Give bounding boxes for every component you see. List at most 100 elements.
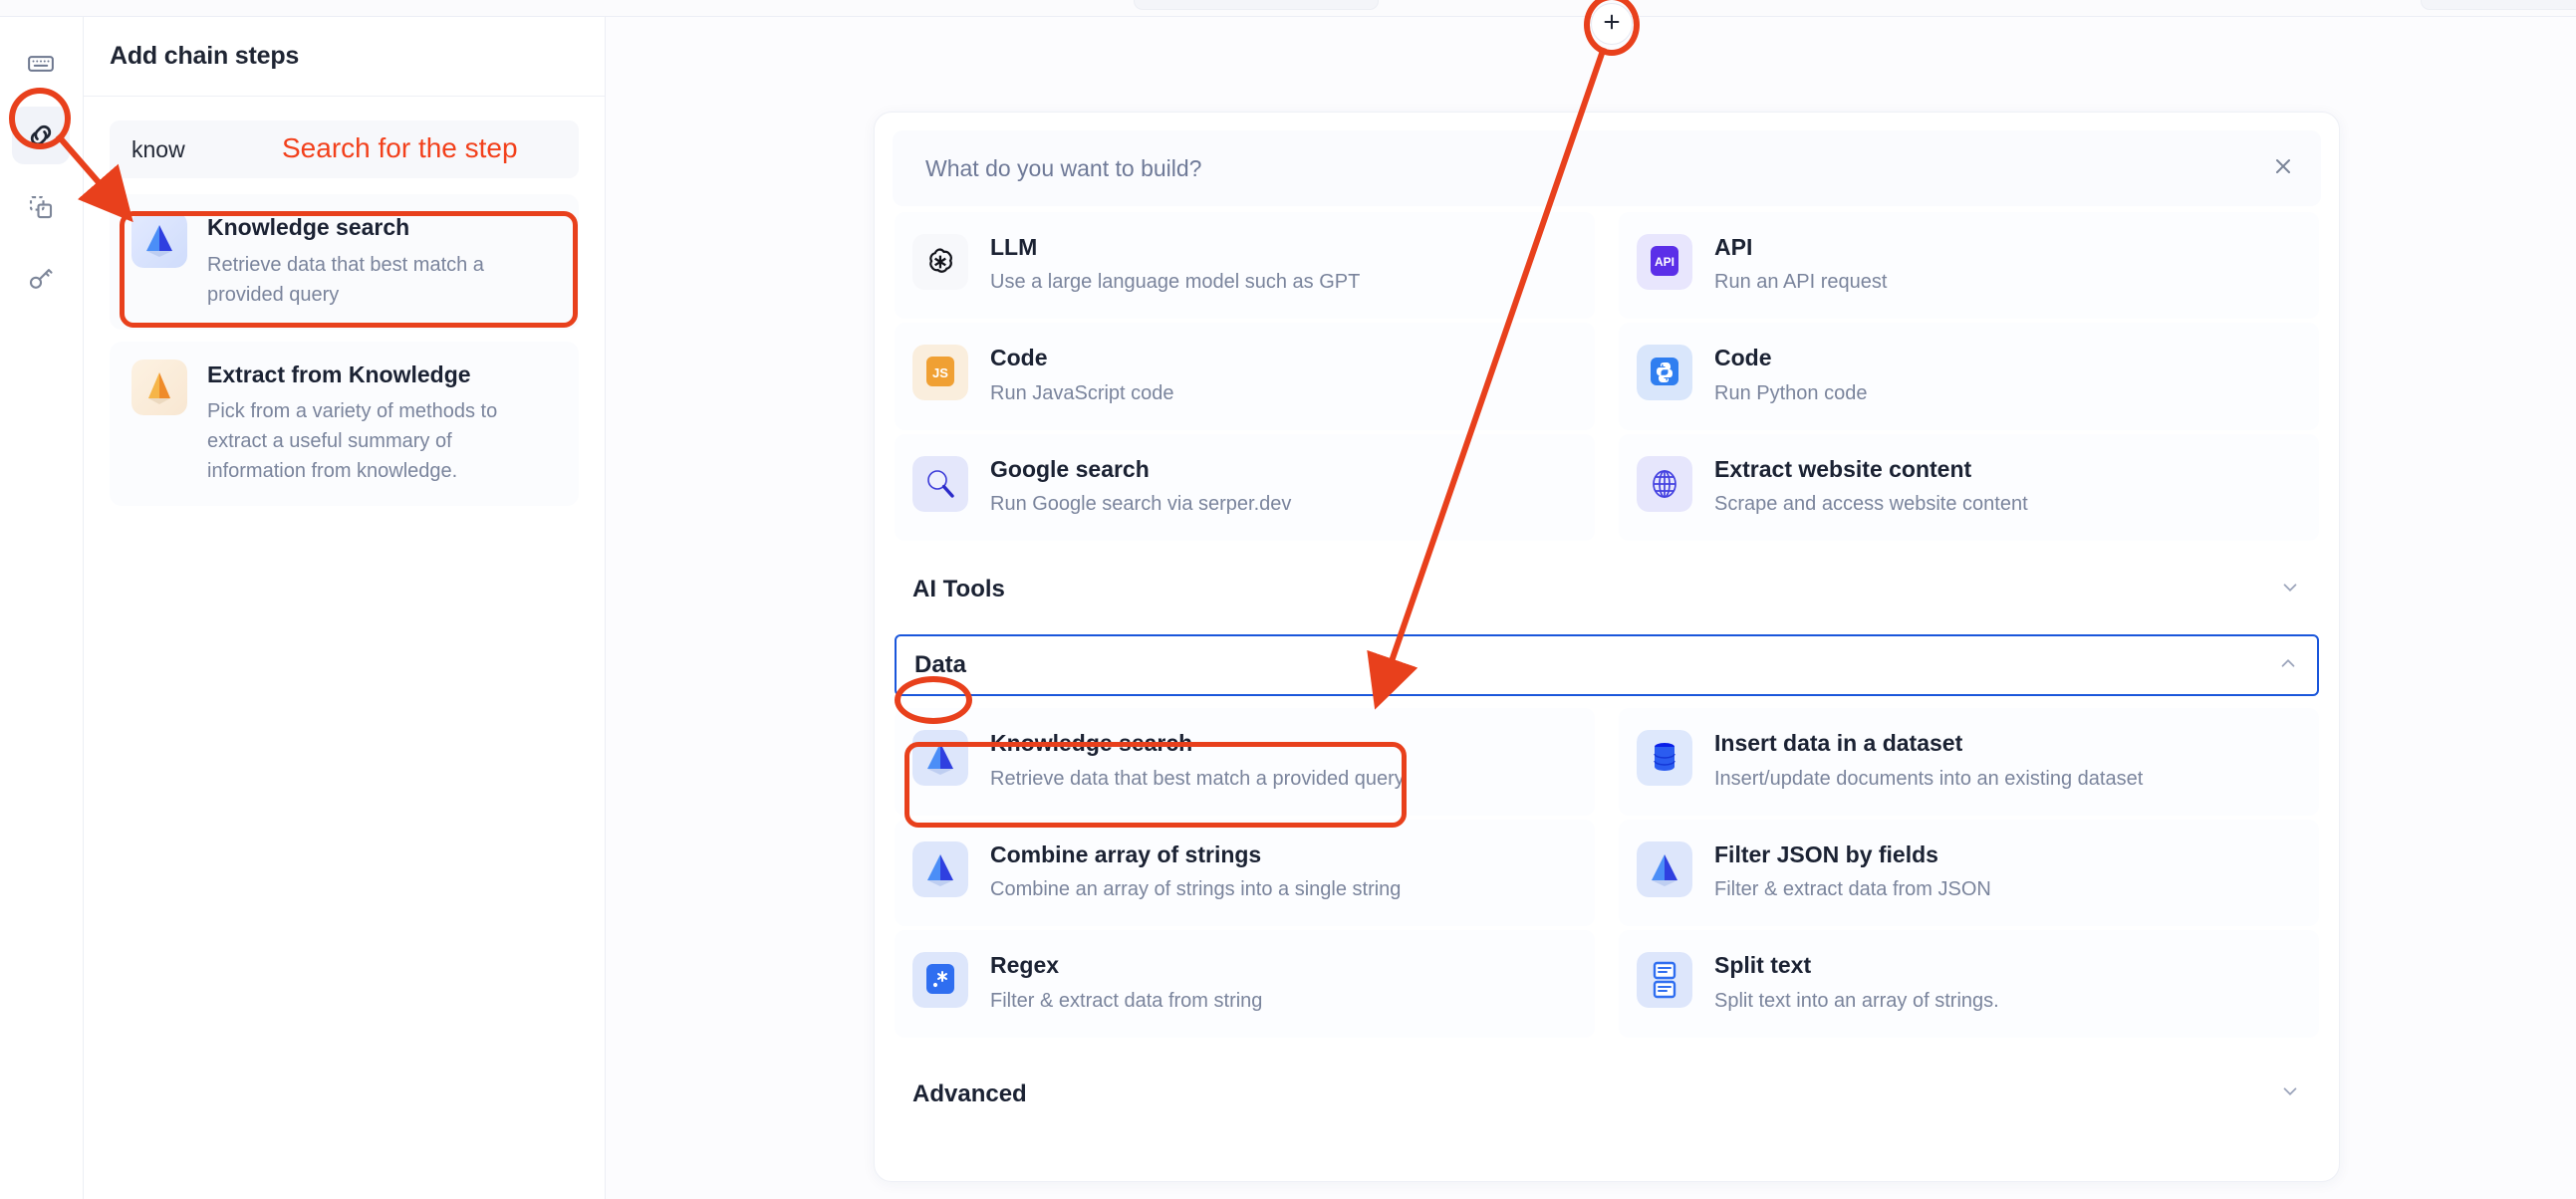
close-button[interactable] bbox=[2259, 144, 2307, 192]
tile-desc: Insert/update documents into an existing… bbox=[1714, 767, 2144, 790]
tile-desc: Retrieve data that best match a provided… bbox=[990, 767, 1405, 790]
tile-text: Code Run Python code bbox=[1714, 345, 1867, 405]
add-step-plus-button[interactable] bbox=[1591, 3, 1633, 45]
tile-desc: Split text into an array of strings. bbox=[1714, 989, 1999, 1012]
modal-heading: What do you want to build? bbox=[925, 154, 1202, 181]
tile-knowledge-search[interactable]: Knowledge search Retrieve data that best… bbox=[895, 708, 1595, 816]
openai-icon bbox=[912, 234, 968, 290]
app-topbar bbox=[0, 0, 2576, 17]
tile-title: Code bbox=[990, 345, 1048, 371]
tile-title: Knowledge search bbox=[990, 730, 1193, 757]
tile-code-javascript[interactable]: JS Code Run JavaScript code bbox=[895, 323, 1595, 430]
tile-title: Code bbox=[1714, 345, 1772, 371]
tile-desc: Filter & extract data from string bbox=[990, 989, 1263, 1012]
panel-header: Add chain steps bbox=[84, 17, 605, 97]
globe-icon bbox=[1637, 455, 1692, 512]
tile-code-python[interactable]: Code Run Python code bbox=[1619, 323, 2319, 430]
tile-desc: Run Google search via serper.dev bbox=[990, 493, 1292, 516]
duplicate-frame-icon bbox=[26, 192, 56, 222]
tile-text: Code Run JavaScript code bbox=[990, 345, 1174, 405]
tile-desc: Filter & extract data from JSON bbox=[1714, 878, 1991, 901]
tile-text: Knowledge search Retrieve data that best… bbox=[990, 730, 1405, 791]
tile-text: Filter JSON by fields Filter & extract d… bbox=[1714, 841, 1991, 902]
chevron-up-icon bbox=[2277, 652, 2299, 679]
tile-text: Regex Filter & extract data from string bbox=[990, 952, 1262, 1013]
topbar-pill-right[interactable] bbox=[2421, 0, 2576, 10]
sidebar-item-keyboard[interactable] bbox=[12, 35, 70, 93]
section-title: AI Tools bbox=[912, 576, 1005, 603]
key-icon bbox=[26, 264, 56, 294]
tile-extract-website-content[interactable]: Extract website content Scrape and acces… bbox=[1619, 433, 2319, 542]
tile-insert-data-in-dataset[interactable]: Insert data in a dataset Insert/update d… bbox=[1619, 708, 2319, 816]
list-item-desc: Pick from a variety of methods to extrac… bbox=[207, 400, 498, 483]
section-ai-tools[interactable]: AI Tools bbox=[895, 557, 2319, 622]
list-item-desc: Retrieve data that best match a provided… bbox=[207, 253, 484, 306]
chevron-down-icon bbox=[2279, 1080, 2301, 1107]
app-root: Add chain steps know Knowledge search Re… bbox=[0, 0, 2576, 1199]
chain-link-icon bbox=[24, 119, 58, 152]
tile-combine-array-of-strings[interactable]: Combine array of strings Combine an arra… bbox=[895, 819, 1595, 927]
tile-desc: Combine an array of strings into a singl… bbox=[990, 878, 1402, 901]
blue-pyramid-icon bbox=[912, 730, 968, 787]
tile-title: API bbox=[1714, 234, 1753, 260]
python-icon bbox=[1637, 345, 1692, 401]
chevron-down-icon bbox=[2279, 577, 2301, 603]
section-data[interactable]: Data bbox=[895, 634, 2319, 697]
split-text-icon bbox=[1637, 952, 1692, 1009]
tile-api[interactable]: API API Run an API request bbox=[1619, 212, 2319, 320]
tile-desc: Scrape and access website content bbox=[1714, 493, 2028, 516]
close-icon bbox=[2271, 154, 2295, 183]
blue-pyramid-icon bbox=[1637, 840, 1692, 897]
blue-pyramid-icon bbox=[912, 840, 968, 897]
data-tiles-grid: Knowledge search Retrieve data that best… bbox=[875, 696, 2339, 1041]
tile-title: Google search bbox=[990, 455, 1150, 482]
list-item-text: Extract from Knowledge Pick from a varie… bbox=[207, 360, 551, 487]
list-item-text: Knowledge search Retrieve data that best… bbox=[207, 212, 551, 310]
tile-text: API Run an API request bbox=[1714, 234, 1887, 295]
list-item-title: Knowledge search bbox=[207, 214, 410, 240]
tile-regex[interactable]: Regex Filter & extract data from string bbox=[895, 930, 1595, 1038]
tile-text: LLM Use a large language model such as G… bbox=[990, 234, 1360, 295]
tile-desc: Use a large language model such as GPT bbox=[990, 271, 1361, 294]
database-icon bbox=[1637, 730, 1692, 787]
tile-title: LLM bbox=[990, 234, 1038, 260]
left-icon-rail bbox=[0, 17, 84, 1199]
tile-desc: Run an API request bbox=[1714, 271, 1888, 294]
list-item[interactable]: Extract from Knowledge Pick from a varie… bbox=[110, 341, 579, 507]
primary-tiles-grid: LLM Use a large language model such as G… bbox=[875, 206, 2339, 545]
topbar-pill-left[interactable] bbox=[1134, 0, 1379, 10]
sidebar-item-chain[interactable] bbox=[12, 107, 70, 164]
tile-title: Insert data in a dataset bbox=[1714, 730, 1963, 757]
tile-text: Google search Run Google search via serp… bbox=[990, 456, 1291, 517]
sidebar-item-key[interactable] bbox=[12, 250, 70, 308]
blue-pyramid-icon bbox=[131, 212, 187, 268]
plus-icon bbox=[1601, 11, 1623, 38]
tile-desc: Run JavaScript code bbox=[990, 381, 1174, 404]
tile-title: Filter JSON by fields bbox=[1714, 840, 1938, 867]
tile-text: Extract website content Scrape and acces… bbox=[1714, 456, 2028, 517]
tile-desc: Run Python code bbox=[1714, 381, 1868, 404]
magnifier-icon bbox=[912, 455, 968, 512]
sidebar-item-duplicate[interactable] bbox=[12, 178, 70, 236]
keyboard-input-icon bbox=[26, 49, 56, 79]
tile-split-text[interactable]: Split text Split text into an array of s… bbox=[1619, 930, 2319, 1038]
section-advanced[interactable]: Advanced bbox=[895, 1062, 2319, 1127]
tile-google-search[interactable]: Google search Run Google search via serp… bbox=[895, 433, 1595, 542]
modal-header: What do you want to build? bbox=[893, 130, 2321, 206]
search-results-list: Knowledge search Retrieve data that best… bbox=[84, 178, 605, 507]
list-item[interactable]: Knowledge search Retrieve data that best… bbox=[110, 194, 579, 330]
regex-icon bbox=[912, 952, 968, 1009]
tile-text: Combine array of strings Combine an arra… bbox=[990, 841, 1401, 902]
svg-text:JS: JS bbox=[932, 365, 948, 380]
api-icon: API bbox=[1637, 234, 1692, 290]
page-title: Add chain steps bbox=[110, 42, 300, 70]
svg-text:API: API bbox=[1655, 255, 1674, 269]
tile-llm[interactable]: LLM Use a large language model such as G… bbox=[895, 212, 1595, 320]
tile-filter-json-by-fields[interactable]: Filter JSON by fields Filter & extract d… bbox=[1619, 819, 2319, 927]
list-item-title: Extract from Knowledge bbox=[207, 360, 471, 387]
javascript-icon: JS bbox=[912, 345, 968, 401]
tile-text: Insert data in a dataset Insert/update d… bbox=[1714, 730, 2143, 791]
tile-text: Split text Split text into an array of s… bbox=[1714, 952, 1999, 1013]
section-title: Advanced bbox=[912, 1079, 1027, 1107]
annotation-search-hint: Search for the step bbox=[282, 132, 518, 163]
